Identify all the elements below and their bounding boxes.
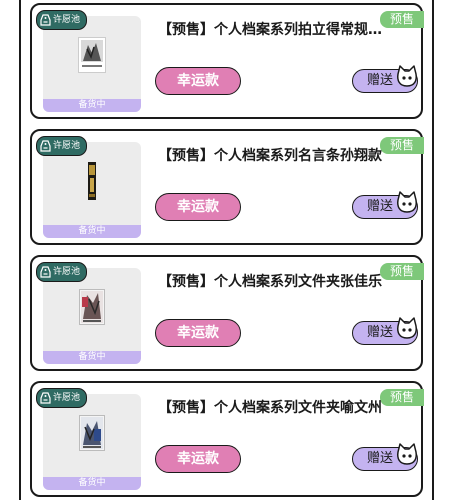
lucky-variant-button[interactable]: 幸运款 (155, 193, 241, 221)
stock-status-bar: 备货中 (43, 225, 141, 238)
wish-pool-label: 许愿池 (53, 15, 81, 25)
gift-button-label: 赠送 (367, 325, 394, 340)
tag-icon (40, 392, 51, 404)
product-title[interactable]: 【预售】个人档案系列拍立得常规… (158, 20, 394, 40)
lucky-variant-button[interactable]: 幸运款 (155, 67, 241, 95)
cat-icon (395, 190, 419, 224)
product-thumbnail[interactable]: 备货中 (43, 268, 141, 364)
product-title[interactable]: 【预售】个人档案系列文件夹喻文州 (158, 398, 394, 418)
gift-button[interactable]: 赠送 (352, 443, 418, 471)
wish-pool-label: 许愿池 (53, 141, 81, 151)
product-thumbnail[interactable]: 备货中 (43, 142, 141, 238)
list-frame-left-border (19, 0, 21, 500)
wish-pool-badge: 许愿池 (36, 136, 88, 156)
product-list-page: 许愿池 备货中 预售 【预售】个人档案系列拍立得常规… 幸运款 赠送 许愿池 备… (0, 0, 451, 500)
folder-image (79, 289, 105, 329)
product-card[interactable]: 许愿池 备货中 预售 【预售】个人档案系列文件夹张佳乐 幸运款 赠送 (30, 255, 424, 371)
product-card[interactable]: 许愿池 备货中 预售 【预售】个人档案系列名言条孙翔款 幸运款 赠送 (30, 129, 424, 245)
tag-icon (40, 14, 51, 26)
wish-pool-label: 许愿池 (53, 393, 81, 403)
product-title[interactable]: 【预售】个人档案系列文件夹张佳乐 (158, 272, 394, 292)
cat-icon (395, 316, 419, 350)
gift-button[interactable]: 赠送 (352, 317, 418, 345)
bookmark-strip-image (88, 162, 96, 204)
gift-button-label: 赠送 (367, 73, 394, 88)
list-frame-right-border (432, 0, 434, 500)
stock-status-bar: 备货中 (43, 351, 141, 364)
product-thumbnail[interactable]: 备货中 (43, 16, 141, 112)
lucky-variant-button[interactable]: 幸运款 (155, 445, 241, 473)
stock-status-bar: 备货中 (43, 477, 141, 490)
wish-pool-badge: 许愿池 (36, 388, 88, 408)
gift-button-label: 赠送 (367, 451, 394, 466)
wish-pool-label: 许愿池 (53, 267, 81, 277)
cat-icon (395, 442, 419, 476)
cat-icon (395, 64, 419, 98)
lucky-variant-button[interactable]: 幸运款 (155, 319, 241, 347)
gift-button[interactable]: 赠送 (352, 191, 418, 219)
photo-card-image (78, 37, 106, 77)
product-card[interactable]: 许愿池 备货中 预售 【预售】个人档案系列文件夹喻文州 幸运款 赠送 (30, 381, 424, 497)
folder-image (79, 415, 105, 455)
tag-icon (40, 140, 51, 152)
gift-button-label: 赠送 (367, 199, 394, 214)
wish-pool-badge: 许愿池 (36, 262, 88, 282)
stock-status-bar: 备货中 (43, 99, 141, 112)
product-title[interactable]: 【预售】个人档案系列名言条孙翔款 (158, 146, 394, 166)
product-thumbnail[interactable]: 备货中 (43, 394, 141, 490)
wish-pool-badge: 许愿池 (36, 10, 88, 30)
gift-button[interactable]: 赠送 (352, 65, 418, 93)
tag-icon (40, 266, 51, 278)
product-card[interactable]: 许愿池 备货中 预售 【预售】个人档案系列拍立得常规… 幸运款 赠送 (30, 3, 424, 119)
